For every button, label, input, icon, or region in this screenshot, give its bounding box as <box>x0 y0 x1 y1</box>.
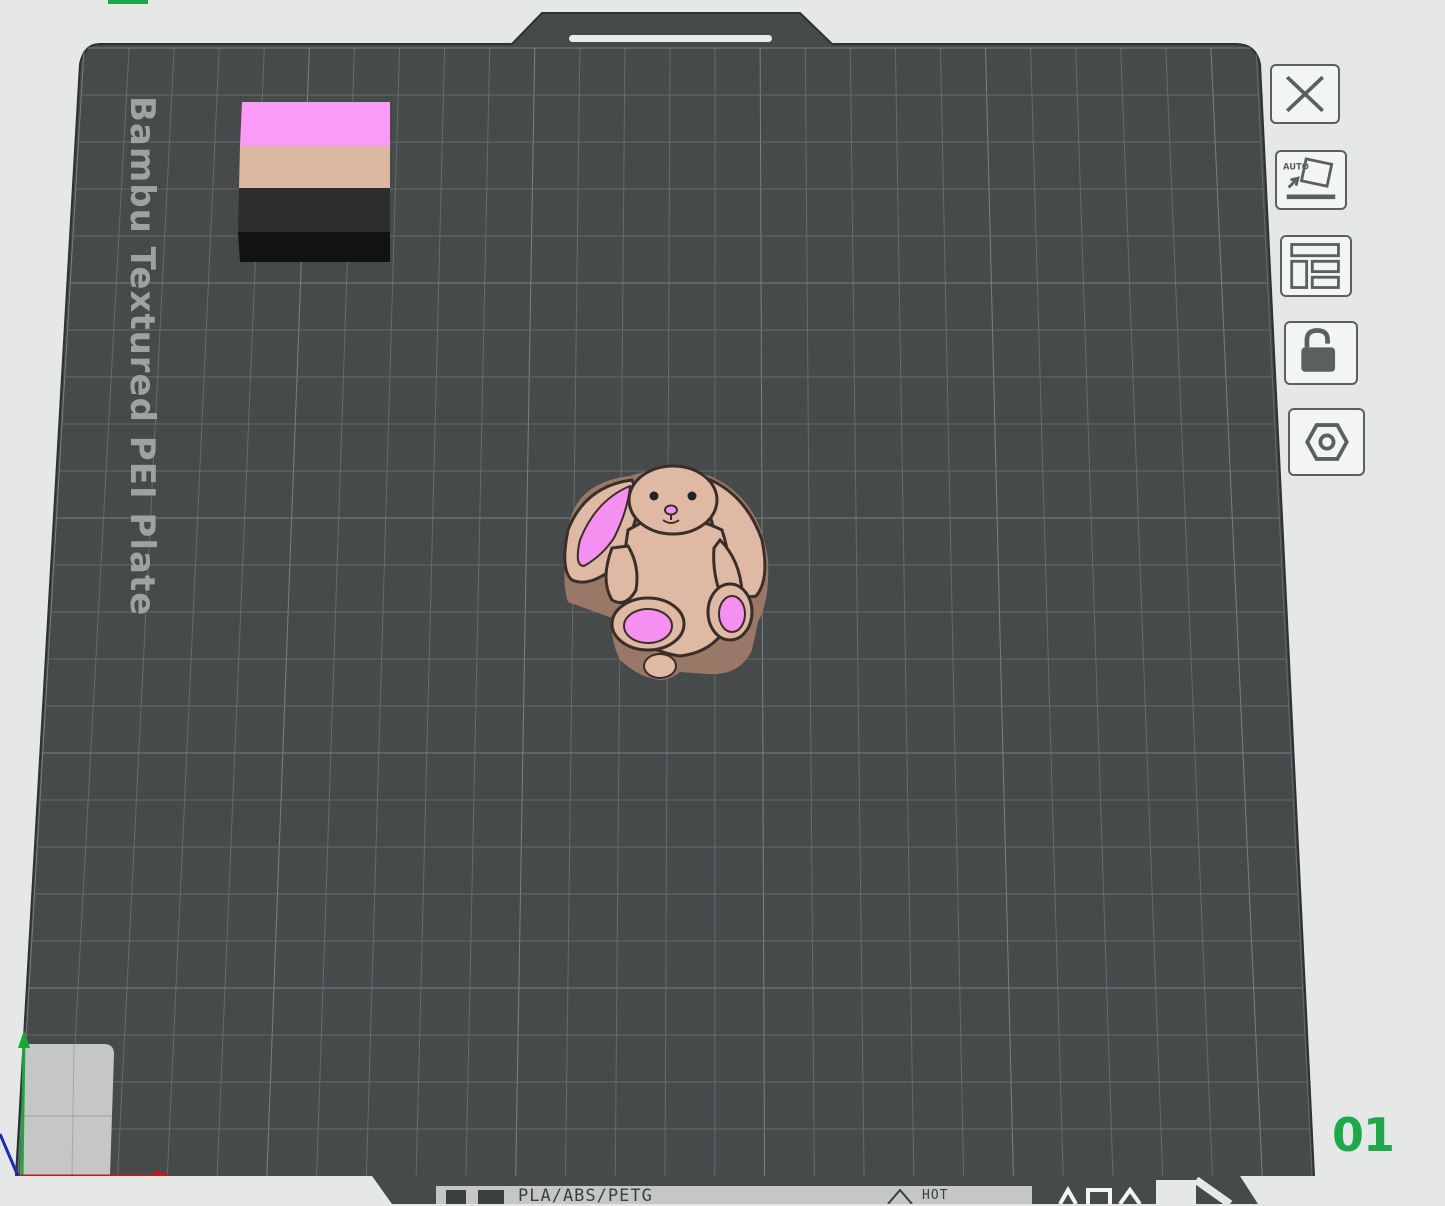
plate-type-label: Bambu Textured PEI Plate <box>122 96 162 596</box>
unlock-icon <box>1286 323 1356 383</box>
wipe-tower[interactable] <box>238 102 390 262</box>
plate-material-text: PLA/ABS/PETG <box>518 1186 653 1206</box>
close-icon <box>1272 66 1338 122</box>
settings-button[interactable] <box>1288 408 1365 476</box>
close-button[interactable] <box>1270 64 1340 124</box>
plate-hot-warning: HOT <box>922 1188 948 1203</box>
top-indicator <box>108 0 148 4</box>
plate-bottom-strip <box>0 1176 1445 1204</box>
plate-number: 01 <box>1332 1108 1394 1162</box>
nut-settings-icon <box>1290 410 1363 474</box>
3d-viewport[interactable] <box>0 0 1445 1204</box>
arrange-icon <box>1282 237 1350 295</box>
auto-orient-button[interactable]: AUTO <box>1275 150 1347 210</box>
plate-handle-slot <box>569 35 772 42</box>
auto-orient-icon: AUTO <box>1277 152 1345 208</box>
lock-button[interactable] <box>1284 321 1358 385</box>
arrange-button[interactable] <box>1280 235 1352 297</box>
